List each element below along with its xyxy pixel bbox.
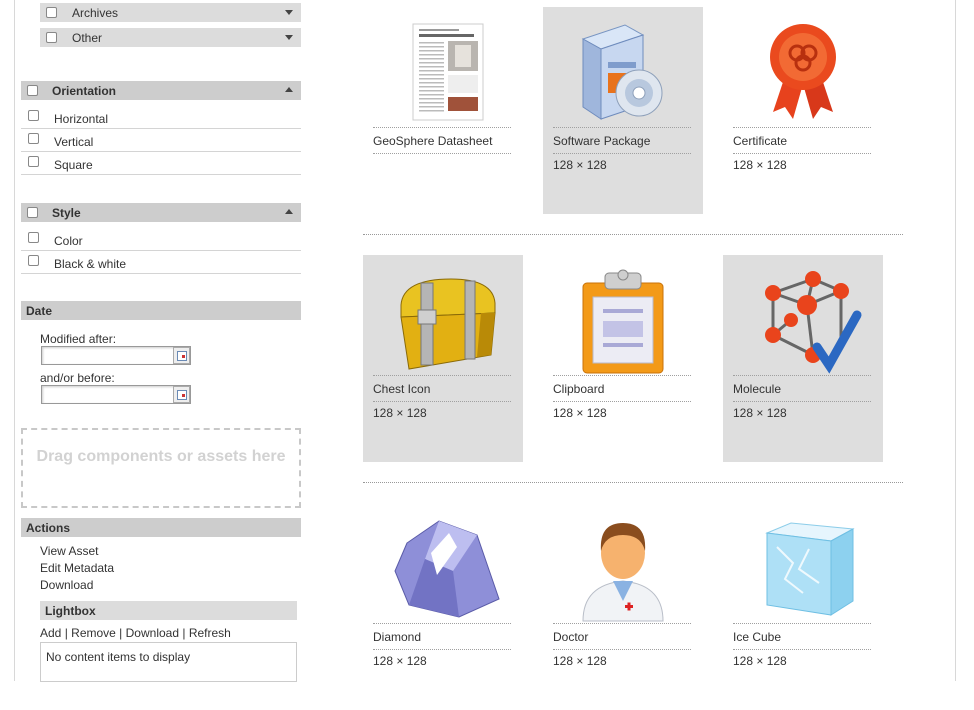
drop-zone-text: Drag components or assets here — [36, 448, 286, 465]
asset-dims: 128 × 128 — [373, 406, 427, 420]
asset-tile[interactable]: Software Package 128 × 128 — [543, 7, 703, 214]
calendar-icon[interactable] — [173, 386, 190, 403]
asset-tile[interactable]: Molecule 128 × 128 — [723, 255, 883, 462]
lightbox-remove-link[interactable]: Remove — [71, 626, 116, 640]
chevron-up-icon[interactable] — [285, 87, 293, 92]
lightbox-add-link[interactable]: Add — [40, 626, 61, 640]
style-title: Style — [52, 206, 81, 220]
asset-tile[interactable]: Chest Icon 128 × 128 — [363, 255, 523, 462]
asset-name[interactable]: Ice Cube — [733, 623, 871, 650]
page-frame-left — [14, 0, 15, 681]
orientation-option-square[interactable]: Square — [21, 152, 301, 175]
diamond-icon — [373, 513, 513, 623]
lightbox-content: No content items to display — [40, 642, 297, 682]
filter-other-label: Other — [72, 31, 103, 45]
style-header[interactable]: Style — [21, 203, 301, 222]
view-asset-link[interactable]: View Asset — [40, 544, 98, 558]
modified-after-label: Modified after: — [40, 332, 117, 346]
asset-dims: 128 × 128 — [553, 654, 607, 668]
datasheet-icon — [373, 17, 513, 127]
chevron-down-icon[interactable] — [285, 35, 293, 40]
option-label: Horizontal — [54, 112, 109, 126]
ice-cube-icon — [733, 513, 873, 623]
asset-dims: 128 × 128 — [733, 654, 787, 668]
link-separator: | — [61, 626, 72, 640]
chevron-up-icon[interactable] — [285, 209, 293, 214]
option-label: Vertical — [54, 135, 94, 149]
filter-other[interactable]: Other — [40, 28, 301, 47]
before-label: and/or before: — [40, 371, 115, 385]
asset-name[interactable]: Software Package — [553, 127, 691, 154]
asset-dims: 128 × 128 — [373, 654, 427, 668]
orientation-title: Orientation — [52, 84, 117, 98]
orientation-checkbox[interactable] — [27, 85, 38, 96]
filter-archives[interactable]: Archives — [40, 3, 301, 22]
lightbox-download-link[interactable]: Download — [126, 626, 179, 640]
modified-after-input[interactable] — [41, 346, 191, 365]
clipboard-icon — [553, 265, 693, 375]
lightbox-refresh-link[interactable]: Refresh — [189, 626, 231, 640]
lightbox-links: Add | Remove | Download | Refresh — [40, 626, 231, 640]
asset-dims: 128 × 128 — [553, 406, 607, 420]
date-title: Date — [26, 304, 53, 318]
lightbox-empty-text: No content items to display — [46, 650, 191, 664]
chest-icon — [373, 265, 513, 375]
horizontal-checkbox[interactable] — [28, 110, 39, 121]
chevron-down-icon[interactable] — [285, 10, 293, 15]
lightbox-header: Lightbox — [40, 601, 297, 620]
asset-name[interactable]: Clipboard — [553, 375, 691, 402]
molecule-icon — [733, 265, 873, 375]
software-package-icon — [553, 17, 693, 127]
modified-before-input[interactable] — [41, 385, 191, 404]
drop-zone[interactable]: Drag components or assets here — [21, 428, 301, 508]
archives-checkbox[interactable] — [46, 7, 57, 18]
asset-tile[interactable]: Doctor 128 × 128 — [543, 503, 703, 710]
style-option-bw[interactable]: Black & white — [21, 251, 301, 274]
option-label: Square — [54, 158, 93, 172]
orientation-option-vertical[interactable]: Vertical — [21, 129, 301, 152]
calendar-icon[interactable] — [173, 347, 190, 364]
other-checkbox[interactable] — [46, 32, 57, 43]
certificate-icon — [733, 17, 873, 127]
actions-title: Actions — [26, 521, 71, 535]
square-checkbox[interactable] — [28, 156, 39, 167]
color-checkbox[interactable] — [28, 232, 39, 243]
asset-tile[interactable]: Clipboard 128 × 128 — [543, 255, 703, 462]
link-separator: | — [179, 626, 189, 640]
link-separator: | — [115, 626, 126, 640]
row-divider — [363, 234, 903, 235]
download-link[interactable]: Download — [40, 578, 93, 592]
orientation-header[interactable]: Orientation — [21, 81, 301, 100]
actions-header: Actions — [21, 518, 301, 537]
asset-name[interactable]: Molecule — [733, 375, 871, 402]
edit-metadata-link[interactable]: Edit Metadata — [40, 561, 114, 575]
asset-dims: 128 × 128 — [733, 406, 787, 420]
asset-tile[interactable]: Certificate 128 × 128 — [723, 7, 883, 214]
orientation-option-horizontal[interactable]: Horizontal — [21, 106, 301, 129]
asset-tile[interactable]: Diamond 128 × 128 — [363, 503, 523, 710]
asset-dims: 128 × 128 — [553, 158, 607, 172]
doctor-icon — [553, 513, 693, 623]
date-header: Date — [21, 301, 301, 320]
row-divider — [363, 482, 903, 483]
asset-dims: 128 × 128 — [733, 158, 787, 172]
asset-name[interactable]: Doctor — [553, 623, 691, 650]
lightbox-title: Lightbox — [45, 604, 96, 618]
option-label: Color — [54, 234, 83, 248]
style-option-color[interactable]: Color — [21, 228, 301, 251]
option-label: Black & white — [54, 257, 127, 271]
filter-archives-label: Archives — [72, 6, 119, 20]
asset-name[interactable]: Certificate — [733, 127, 871, 154]
page-frame-right — [955, 0, 956, 681]
black-white-checkbox[interactable] — [28, 255, 39, 266]
asset-name[interactable]: Chest Icon — [373, 375, 511, 402]
vertical-checkbox[interactable] — [28, 133, 39, 144]
asset-name[interactable]: Diamond — [373, 623, 511, 650]
style-checkbox[interactable] — [27, 207, 38, 218]
asset-name[interactable]: GeoSphere Datasheet — [373, 127, 511, 154]
asset-tile[interactable]: Ice Cube 128 × 128 — [723, 503, 883, 710]
asset-tile[interactable]: GeoSphere Datasheet — [363, 7, 523, 214]
